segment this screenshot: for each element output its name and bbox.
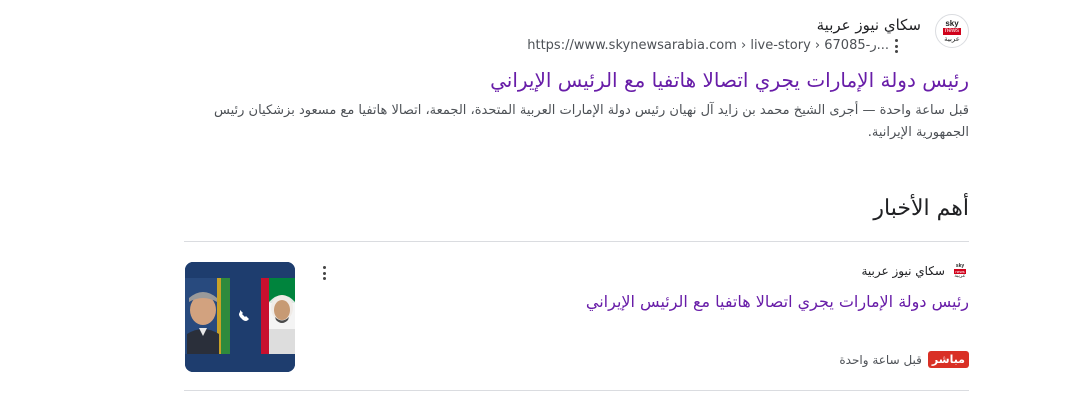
result-site-name[interactable]: سكاي نيوز عربية xyxy=(527,14,921,36)
news-card-source: sky news عربية سكاي نيوز عربية xyxy=(862,262,970,280)
sky-news-arabia-favicon: sky news عربية xyxy=(935,14,969,48)
news-card-meta: مباشر قبل ساعة واحدة xyxy=(839,351,969,368)
more-vert-icon[interactable] xyxy=(889,39,903,53)
result-url[interactable]: https://www.skynewsarabia.com › live-sto… xyxy=(527,36,889,56)
news-card-title-link[interactable]: رئيس دولة الإمارات يجري اتصالا هاتفيا مع… xyxy=(586,290,969,314)
result-snippet: قبل ساعة واحدة — أجرى الشيخ محمد بن زايد… xyxy=(209,100,969,144)
result-site-header[interactable]: sky news عربية سكاي نيوز عربية https://w… xyxy=(109,14,969,56)
thumbnail-image xyxy=(185,262,295,372)
snippet-time: قبل ساعة واحدة xyxy=(879,103,969,118)
live-badge: مباشر xyxy=(927,351,969,368)
result-url-row: https://www.skynewsarabia.com › live-sto… xyxy=(527,36,921,56)
search-result: sky news عربية سكاي نيوز عربية https://w… xyxy=(109,14,969,144)
divider xyxy=(184,390,969,391)
divider xyxy=(184,241,969,242)
top-stories-heading: أهم الأخبار xyxy=(873,196,969,221)
news-card-time: قبل ساعة واحدة xyxy=(839,352,922,367)
snippet-separator: — xyxy=(862,103,876,118)
news-card-thumbnail[interactable] xyxy=(185,262,295,372)
more-vert-icon[interactable] xyxy=(317,266,331,280)
result-title-link[interactable]: رئيس دولة الإمارات يجري اتصالا هاتفيا مع… xyxy=(109,66,969,94)
snippet-text: أجرى الشيخ محمد بن زايد آل نهيان رئيس دو… xyxy=(214,103,969,140)
sky-news-arabia-favicon-small: sky news عربية xyxy=(954,262,966,279)
news-card-source-name: سكاي نيوز عربية xyxy=(861,264,946,278)
